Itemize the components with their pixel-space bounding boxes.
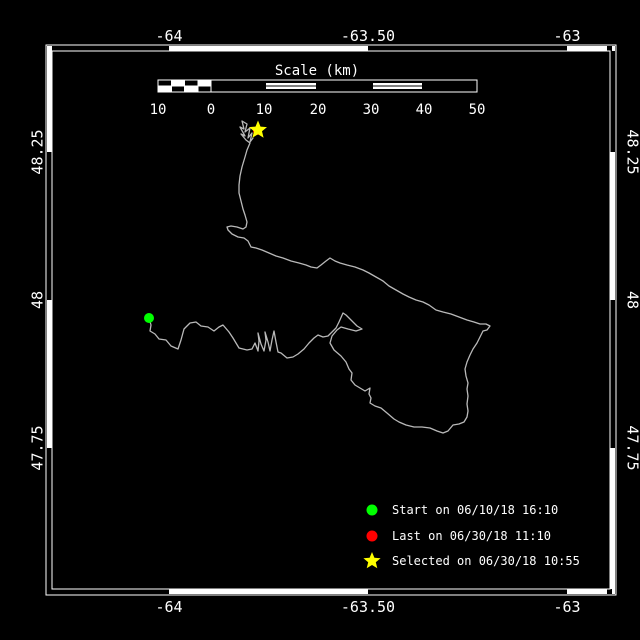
- x-axis-label-top-1: -63.50: [340, 27, 396, 45]
- frame-band-left: [47, 300, 52, 448]
- y-axis-label-right-2: 47.75: [623, 425, 640, 471]
- frame-band-right: [610, 448, 615, 594]
- scalebar-title: Scale (km): [274, 63, 360, 79]
- legend-label-1: Last on 06/30/18 11:10: [392, 529, 551, 543]
- scalebar-tick-label-5: 40: [415, 102, 433, 118]
- x-axis-label-bottom-0: -64: [155, 598, 183, 616]
- scalebar-stripe: [373, 83, 422, 86]
- scalebar-tick-label-1: 0: [206, 102, 216, 118]
- frame-band-right: [610, 152, 615, 300]
- frame-corner-notch: [607, 589, 612, 594]
- track-line: [148, 120, 491, 434]
- scalebar-tick-label-6: 50: [468, 102, 486, 118]
- y-axis-label-left-2: 47.75: [28, 425, 47, 471]
- scalebar-stripe: [373, 86, 422, 90]
- scalebar-tick-label-3: 20: [309, 102, 327, 118]
- tracking-map: Scale (km) -64 -64 -63.50 -63.50 -63 -63 48.25…: [0, 0, 640, 640]
- scalebar-checker-cell: [171, 80, 185, 86]
- x-axis-label-top-2: -63: [553, 27, 581, 45]
- x-axis-label-top-0: -64: [155, 27, 183, 45]
- legend-label-0: Start on 06/10/18 16:10: [392, 503, 559, 517]
- scalebar-stripe: [266, 83, 316, 86]
- legend-marker-2: [363, 552, 381, 569]
- scalebar-checker-cell: [158, 86, 172, 92]
- y-axis-label-left-0: 48.25: [28, 129, 47, 175]
- y-axis-label-right-1: 48: [623, 290, 640, 310]
- map-graphics: [45, 44, 617, 596]
- start-position-marker: [144, 313, 154, 323]
- legend-marker-1: [366, 530, 378, 542]
- legend-marker-0: [366, 504, 378, 516]
- frame-corner-notch: [607, 46, 612, 51]
- legend-label-2: Selected on 06/30/18 10:55: [392, 554, 580, 568]
- x-axis-label-bottom-1: -63.50: [340, 598, 396, 616]
- scalebar-checker-cell: [184, 86, 198, 92]
- scalebar-checker-cell: [197, 80, 211, 86]
- scalebar-tick-label-4: 30: [362, 102, 380, 118]
- y-axis-label-left-1: 48: [28, 290, 47, 310]
- y-axis-label-right-0: 48.25: [623, 129, 640, 175]
- frame-band-top: [169, 46, 368, 51]
- x-axis-label-bottom-2: -63: [553, 598, 581, 616]
- scalebar-tick-label-0: 10: [149, 102, 167, 118]
- frame-band-left: [47, 46, 52, 152]
- scalebar-stripe: [266, 86, 316, 90]
- scalebar-tick-label-2: 10: [255, 102, 273, 118]
- frame-band-bottom: [169, 589, 368, 594]
